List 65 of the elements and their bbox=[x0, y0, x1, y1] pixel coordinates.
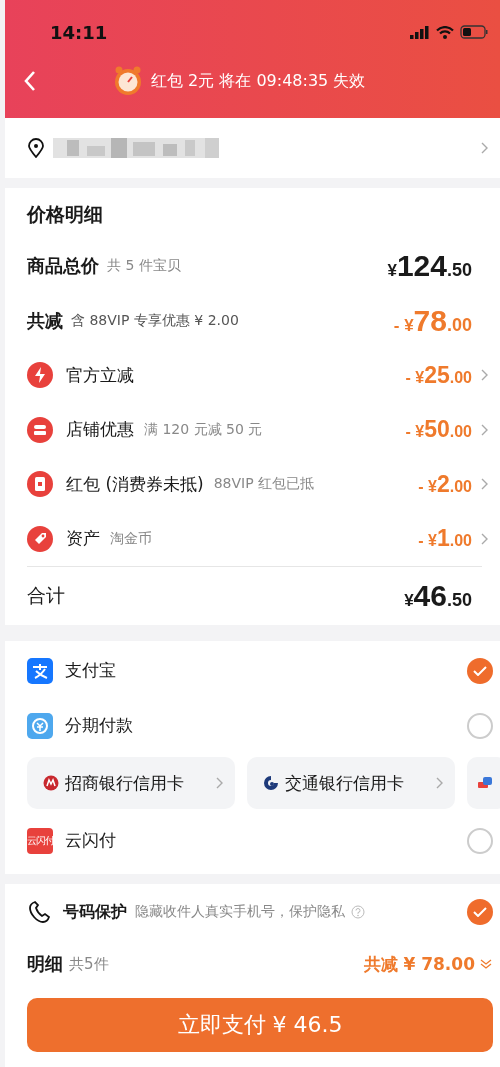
privacy-note: 隐藏收件人真实手机号，保护隐私 bbox=[135, 903, 345, 921]
radio-button[interactable] bbox=[467, 827, 493, 854]
price-label: 共减 bbox=[27, 308, 63, 333]
price: - ¥2.00 bbox=[418, 470, 472, 498]
lightning-icon bbox=[27, 362, 53, 389]
chevron-right-icon bbox=[480, 478, 488, 491]
payment-app-icon bbox=[27, 657, 53, 684]
detail-label: 明细 bbox=[27, 952, 63, 976]
bank-logo-icon bbox=[263, 775, 279, 791]
phone-icon bbox=[27, 900, 51, 924]
wifi-icon bbox=[436, 25, 454, 39]
back-icon[interactable] bbox=[23, 70, 37, 92]
alarm-clock-icon bbox=[113, 66, 143, 96]
total-saving: 共减 ¥ 78.00 bbox=[363, 952, 475, 976]
battery-icon bbox=[460, 25, 488, 39]
discount-label: 红包 (消费券未抵) bbox=[66, 472, 204, 496]
bank-card-option[interactable] bbox=[467, 757, 500, 809]
signal-icon bbox=[410, 25, 430, 39]
price-note: 含 88VIP 专享优惠 ¥ 2.00 bbox=[71, 311, 239, 330]
bank-logo-icon bbox=[43, 775, 59, 791]
payment-app-icon: 云闪付 bbox=[27, 827, 53, 854]
bank-card-option[interactable]: 交通银行信用卡 bbox=[247, 757, 455, 809]
bank-logo-icon bbox=[477, 775, 493, 791]
chevron-right-icon bbox=[435, 777, 443, 789]
price: - ¥25.00 bbox=[405, 361, 472, 389]
bank-card-option[interactable]: 招商银行信用卡 bbox=[27, 757, 235, 809]
tag-icon bbox=[27, 525, 53, 552]
total-label: 合计 bbox=[27, 583, 65, 608]
check-icon bbox=[473, 665, 487, 676]
discount-label: 资产 bbox=[66, 527, 100, 551]
radio-button[interactable] bbox=[467, 712, 493, 739]
price: - ¥78.00 bbox=[393, 303, 472, 338]
radio-button[interactable] bbox=[467, 657, 493, 684]
discount-note: 淘金币 bbox=[110, 529, 152, 548]
privacy-label: 号码保护 bbox=[63, 901, 127, 923]
chevron-right-icon bbox=[480, 369, 488, 382]
chevron-right-icon bbox=[480, 142, 488, 154]
envelope-icon bbox=[27, 471, 53, 498]
help-icon[interactable] bbox=[351, 905, 365, 919]
countdown-text: 红包 2元 将在 09:48:35 失效 bbox=[151, 70, 366, 92]
status-time: 14:11 bbox=[50, 21, 108, 43]
expand-icon[interactable] bbox=[479, 957, 493, 971]
price: ¥46.50 bbox=[404, 579, 472, 613]
store-icon bbox=[27, 416, 53, 443]
payment-label: 分期付款 bbox=[65, 714, 133, 737]
section-title: 价格明细 bbox=[27, 202, 104, 227]
chevron-right-icon bbox=[480, 532, 488, 545]
price: - ¥1.00 bbox=[418, 525, 472, 553]
price-note: 共 5 件宝贝 bbox=[107, 256, 181, 275]
price: - ¥50.00 bbox=[405, 416, 472, 444]
price-label: 商品总价 bbox=[27, 253, 99, 278]
price: ¥124.50 bbox=[387, 248, 472, 283]
installment-icon bbox=[27, 712, 53, 739]
chevron-right-icon bbox=[215, 777, 223, 789]
discount-note: 88VIP 红包已抵 bbox=[213, 475, 315, 494]
discount-note: 满 120 元减 50 元 bbox=[144, 420, 263, 439]
radio-button[interactable] bbox=[467, 899, 493, 925]
payment-label: 支付宝 bbox=[65, 659, 116, 682]
check-icon bbox=[473, 907, 487, 917]
payment-label: 云闪付 bbox=[65, 829, 116, 852]
chevron-right-icon bbox=[480, 423, 488, 436]
discount-label: 官方立减 bbox=[66, 363, 134, 387]
item-count: 共5件 bbox=[69, 954, 109, 974]
location-pin-icon bbox=[27, 138, 45, 158]
discount-label: 店铺优惠 bbox=[66, 418, 134, 442]
